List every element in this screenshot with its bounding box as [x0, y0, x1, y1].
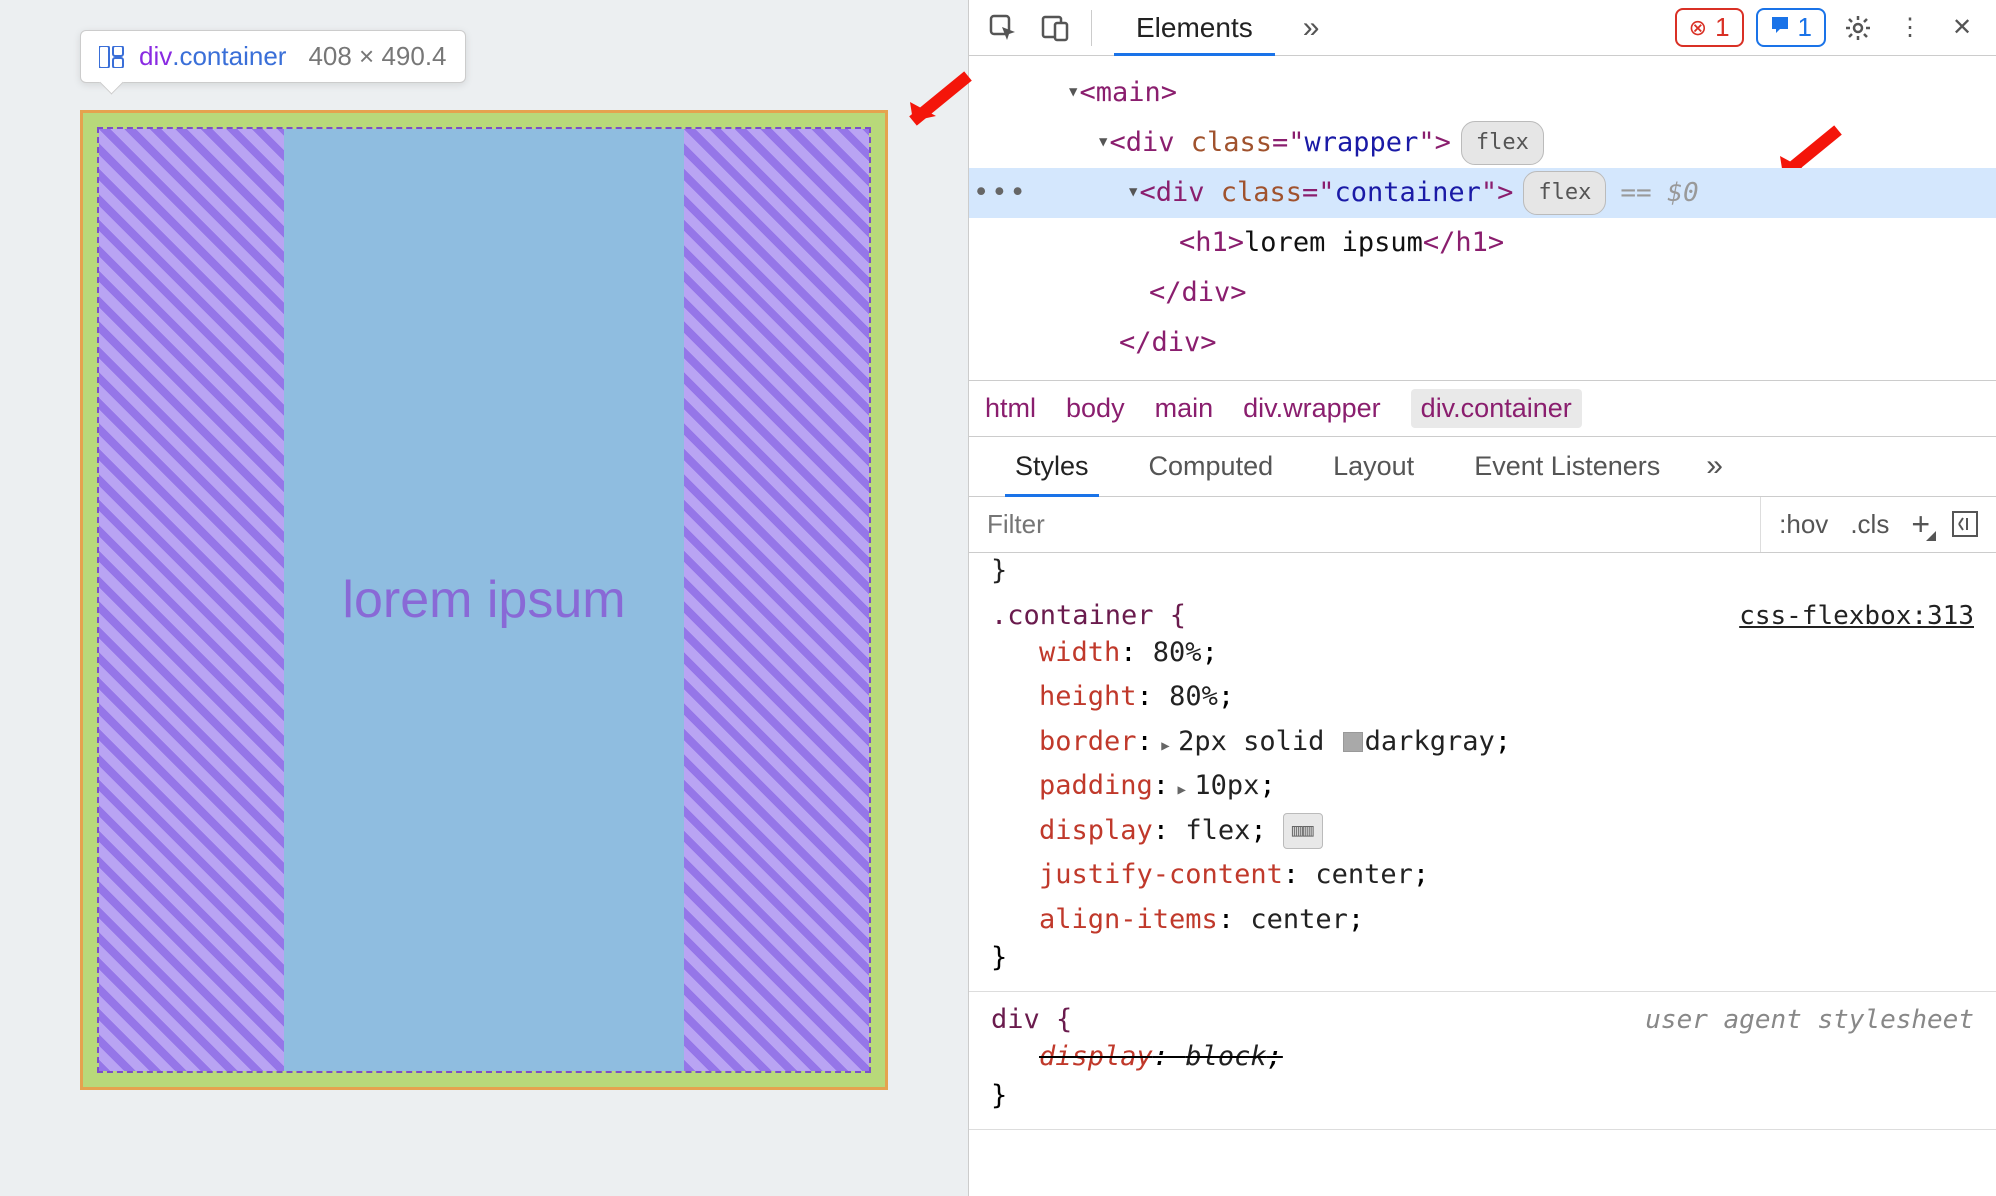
rule-source-link[interactable]: css-flexbox:313 — [1739, 601, 1974, 631]
filter-input[interactable] — [969, 497, 1761, 552]
crumb-main[interactable]: main — [1155, 393, 1214, 424]
kebab-menu-icon[interactable]: ⋮ — [1890, 8, 1930, 48]
flex-icon — [99, 46, 125, 68]
inspect-element-icon[interactable] — [983, 8, 1023, 48]
dom-node-h1[interactable]: <h1>lorem ipsum</h1> — [969, 218, 1996, 268]
tooltip-selector: div.container — [139, 41, 286, 72]
crumb-html[interactable]: html — [985, 393, 1036, 424]
dom-node-div-close[interactable]: </div> — [969, 318, 1996, 368]
css-declaration[interactable]: justify-content: center; — [991, 853, 1974, 898]
css-declaration[interactable]: width: 80%; — [991, 631, 1974, 676]
message-icon — [1770, 15, 1790, 41]
hov-toggle[interactable]: :hov — [1779, 509, 1828, 540]
page-preview: div.container 408 × 490.4 lorem ipsum — [0, 0, 968, 1196]
device-toggle-icon[interactable] — [1035, 8, 1075, 48]
filter-buttons: :hov .cls + — [1761, 506, 1996, 543]
rule-close: } — [991, 942, 1974, 973]
tab-elements[interactable]: Elements — [1114, 0, 1275, 55]
crumb-wrapper[interactable]: div.wrapper — [1243, 393, 1381, 424]
rule-close-stray: } — [969, 553, 1996, 588]
dom-tree: ▼<main> ▼<div class="wrapper">flex ••• ▼ <… — [969, 56, 1996, 380]
subtab-computed[interactable]: Computed — [1119, 437, 1304, 496]
more-tabs-icon[interactable]: » — [1287, 11, 1336, 45]
css-declaration[interactable]: height: 80%; — [991, 675, 1974, 720]
css-rule-ua[interactable]: div { user agent stylesheet display: blo… — [969, 992, 1996, 1130]
caret-icon: ▼ — [1069, 80, 1077, 106]
flex-space-right — [684, 129, 869, 1071]
devtools-toolbar: Elements » ⊗ 1 1 ⋮ ✕ — [969, 0, 1996, 56]
subtab-listeners[interactable]: Event Listeners — [1444, 437, 1690, 496]
cls-toggle[interactable]: .cls — [1850, 509, 1889, 540]
element-tooltip: div.container 408 × 490.4 — [80, 30, 466, 83]
dom-breadcrumb: html body main div.wrapper div.container — [969, 380, 1996, 437]
preview-heading: lorem ipsum — [342, 570, 625, 630]
console-ref: == $0 — [1620, 169, 1698, 217]
subtab-layout[interactable]: Layout — [1303, 437, 1444, 496]
dom-node-container[interactable]: •••▼<div class="container">flex== $0 — [969, 168, 1996, 218]
rule-selector[interactable]: .container { — [991, 600, 1186, 631]
styles-filter-row: :hov .cls + — [969, 497, 1996, 553]
caret-icon: ▼ — [1099, 130, 1107, 156]
caret-icon: ▼ — [1129, 180, 1137, 206]
color-swatch-icon[interactable] — [1343, 732, 1363, 752]
expand-icon[interactable]: ▶ — [1169, 782, 1194, 798]
css-declaration[interactable]: border: ▶ 2px solid darkgray; — [991, 720, 1974, 765]
dom-node-div-close[interactable]: </div> — [969, 268, 1996, 318]
flex-space-left — [99, 129, 284, 1071]
error-badge[interactable]: ⊗ 1 — [1675, 8, 1744, 47]
settings-icon[interactable] — [1838, 8, 1878, 48]
css-declaration[interactable]: display: flex; ▥▥ — [991, 809, 1974, 854]
dom-node-main[interactable]: ▼<main> — [969, 68, 1996, 118]
expand-icon[interactable]: ▶ — [1153, 738, 1178, 754]
panel-tabs: Elements — [1114, 0, 1275, 55]
inspected-element-box[interactable]: lorem ipsum — [80, 110, 888, 1090]
rule-selector[interactable]: div { — [991, 1004, 1072, 1035]
flex-editor-icon[interactable]: ▥▥ — [1283, 813, 1323, 849]
rule-close: } — [991, 1080, 1974, 1111]
flex-badge[interactable]: flex — [1461, 121, 1544, 166]
styles-subtabs: Styles Computed Layout Event Listeners » — [969, 437, 1996, 497]
inspected-inner: lorem ipsum — [97, 127, 871, 1073]
actions-icon[interactable]: ••• — [973, 168, 1028, 218]
rule-source-ua: user agent stylesheet — [1645, 1005, 1974, 1035]
css-rules-pane: } .container { css-flexbox:313 width: 80… — [969, 553, 1996, 1196]
new-rule-icon[interactable]: + — [1911, 506, 1930, 543]
dom-node-wrapper[interactable]: ▼<div class="wrapper">flex — [969, 118, 1996, 168]
css-declaration[interactable]: padding: ▶ 10px; — [991, 764, 1974, 809]
subtab-styles[interactable]: Styles — [985, 437, 1119, 496]
tooltip-dimensions: 408 × 490.4 — [308, 41, 446, 72]
more-subtabs-icon[interactable]: » — [1690, 449, 1739, 483]
devtools-panel: Elements » ⊗ 1 1 ⋮ ✕ ▼<main> ▼<div class… — [968, 0, 1996, 1196]
computed-sidebar-icon[interactable] — [1952, 511, 1978, 537]
close-icon[interactable]: ✕ — [1942, 8, 1982, 48]
content-area: lorem ipsum — [284, 129, 684, 1071]
crumb-body[interactable]: body — [1066, 393, 1125, 424]
crumb-container[interactable]: div.container — [1411, 389, 1582, 428]
divider — [1091, 10, 1092, 46]
messages-badge[interactable]: 1 — [1756, 8, 1826, 47]
flex-badge[interactable]: flex — [1523, 171, 1606, 216]
error-icon: ⊗ — [1689, 15, 1707, 41]
css-rule-container[interactable]: .container { css-flexbox:313 width: 80%;… — [969, 588, 1996, 993]
css-declaration[interactable]: align-items: center; — [991, 898, 1974, 943]
css-declaration-overridden[interactable]: display: block; — [991, 1035, 1974, 1080]
